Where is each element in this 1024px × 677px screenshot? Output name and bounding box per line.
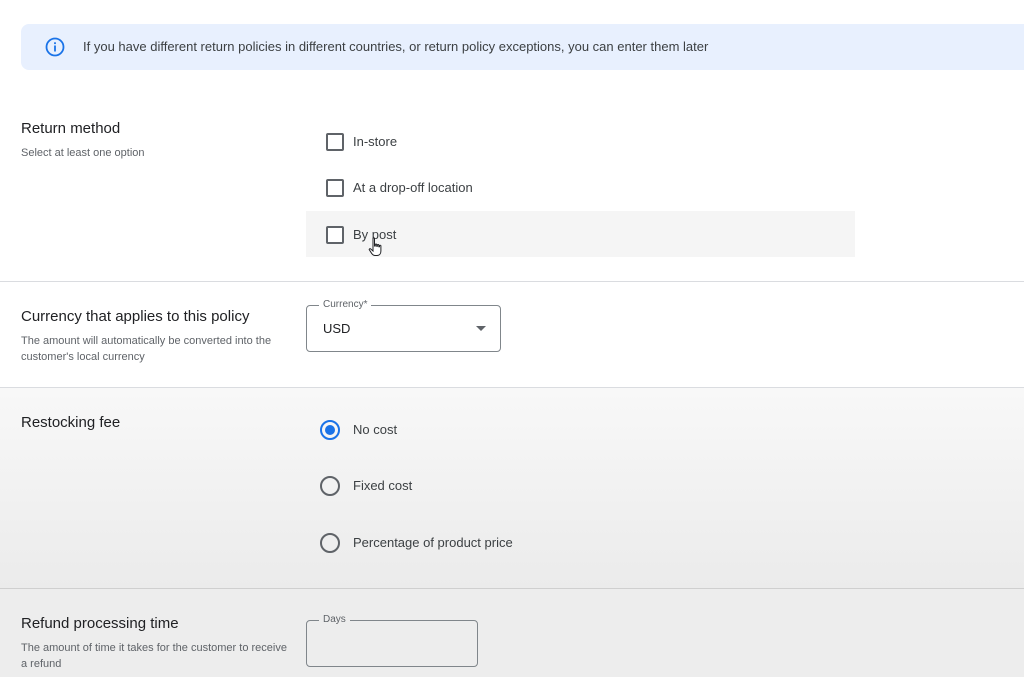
currency-value[interactable]: USD bbox=[323, 321, 350, 336]
no-cost-label[interactable]: No cost bbox=[353, 422, 397, 437]
refund-processing-section: Refund processing time The amount of tim… bbox=[0, 588, 1024, 677]
restocking-option-percentage[interactable]: Percentage of product price bbox=[306, 523, 855, 563]
hand-cursor-icon bbox=[368, 237, 382, 256]
percentage-label[interactable]: Percentage of product price bbox=[353, 535, 513, 550]
drop-off-checkbox[interactable] bbox=[326, 179, 344, 197]
in-store-label[interactable]: In-store bbox=[353, 134, 397, 149]
currency-description: The amount will automatically be convert… bbox=[21, 335, 272, 363]
info-icon bbox=[45, 37, 65, 57]
restocking-option-no-cost[interactable]: No cost bbox=[306, 410, 855, 450]
currency-select[interactable]: Currency* USD bbox=[306, 299, 501, 352]
return-method-description: Select at least one option bbox=[21, 147, 145, 159]
return-option-drop-off[interactable]: At a drop-off location bbox=[306, 164, 855, 210]
currency-section: Currency that applies to this policy The… bbox=[0, 281, 1024, 387]
fixed-cost-label[interactable]: Fixed cost bbox=[353, 478, 412, 493]
info-banner: If you have different return policies in… bbox=[21, 24, 1024, 70]
dropdown-arrow-icon[interactable] bbox=[476, 326, 486, 331]
restocking-fee-title: Restocking fee bbox=[21, 414, 121, 431]
drop-off-label[interactable]: At a drop-off location bbox=[353, 180, 473, 195]
refund-processing-description: The amount of time it takes for the cust… bbox=[21, 642, 287, 670]
in-store-checkbox[interactable] bbox=[326, 133, 344, 151]
return-option-by-post[interactable]: By post bbox=[306, 211, 855, 257]
percentage-radio[interactable] bbox=[320, 533, 340, 553]
info-banner-text: If you have different return policies in… bbox=[83, 39, 709, 54]
return-option-in-store[interactable]: In-store bbox=[306, 118, 855, 164]
days-field-label: Days bbox=[319, 614, 350, 625]
by-post-checkbox[interactable] bbox=[326, 226, 344, 244]
fixed-cost-radio[interactable] bbox=[320, 476, 340, 496]
currency-title: Currency that applies to this policy bbox=[21, 308, 250, 325]
refund-processing-title: Refund processing time bbox=[21, 615, 179, 632]
currency-field-label: Currency* bbox=[319, 299, 372, 310]
no-cost-radio[interactable] bbox=[320, 420, 340, 440]
restocking-option-fixed-cost[interactable]: Fixed cost bbox=[306, 466, 855, 506]
days-input[interactable]: Days bbox=[306, 614, 478, 667]
return-method-title: Return method bbox=[21, 120, 121, 137]
